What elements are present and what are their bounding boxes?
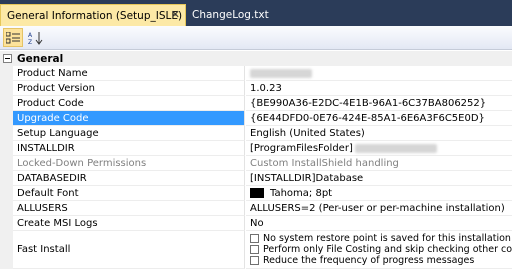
document-tab-strip: General Information (Setup_ISLE) ✕ Chang…	[0, 0, 512, 26]
font-value: Tahoma; 8pt	[270, 187, 333, 199]
property-value[interactable]: ALLUSERS=2 (Per-user or per-machine inst…	[246, 201, 512, 216]
checkbox[interactable]	[250, 234, 259, 243]
property-row-setup-language[interactable]: Setup Language English (United States)	[0, 126, 512, 141]
property-name: Product Version	[13, 81, 245, 96]
property-editor-window: General Information (Setup_ISLE) ✕ Chang…	[0, 0, 512, 279]
property-row-locked-down-permissions[interactable]: Locked-Down Permissions Custom InstallSh…	[0, 156, 512, 171]
property-name: Locked-Down Permissions	[13, 156, 245, 171]
property-value[interactable]: Tahoma; 8pt	[246, 186, 512, 201]
property-value[interactable]: {BE990A36-E2DC-4E1B-96A1-6C37BA806252}	[246, 96, 512, 111]
svg-text:A: A	[28, 32, 33, 39]
property-row-default-font[interactable]: Default Font Tahoma; 8pt	[0, 186, 512, 201]
property-row-product-version[interactable]: Product Version 1.0.23	[0, 81, 512, 96]
property-value[interactable]: No	[246, 216, 512, 231]
font-color-swatch	[250, 188, 264, 198]
fast-install-option-no-restore-point[interactable]: No system restore point is saved for thi…	[250, 233, 511, 244]
property-row-create-msi-logs[interactable]: Create MSI Logs No	[0, 216, 512, 231]
property-name: Default Font	[13, 186, 245, 201]
fast-install-options: No system restore point is saved for thi…	[246, 231, 512, 269]
property-row-product-code[interactable]: Product Code {BE990A36-E2DC-4E1B-96A1-6C…	[0, 96, 512, 111]
property-name: Upgrade Code	[13, 111, 245, 126]
property-toolbar: A Z	[0, 26, 512, 50]
collapse-icon[interactable]	[3, 54, 12, 63]
categorized-icon	[6, 31, 20, 43]
tab-general-information[interactable]: General Information (Setup_ISLE) ✕	[0, 4, 186, 26]
property-row-databasedir[interactable]: DATABASEDIR [INSTALLDIR]Database	[0, 171, 512, 186]
property-value[interactable]: [INSTALLDIR]Database	[246, 171, 512, 186]
svg-text:Z: Z	[28, 39, 32, 45]
property-value[interactable]: [ProgramFilesFolder]	[246, 141, 512, 156]
close-tab-icon[interactable]: ✕	[171, 8, 180, 21]
property-name: ALLUSERS	[13, 201, 245, 216]
redacted-value	[354, 143, 437, 153]
property-name: Fast Install	[13, 231, 245, 269]
property-row-product-name[interactable]: Product Name	[0, 66, 512, 81]
installdir-prefix: [ProgramFilesFolder]	[250, 142, 353, 154]
option-label: Perform only File Costing and skip check…	[263, 244, 512, 255]
tab-changelog[interactable]: ChangeLog.txt	[186, 4, 275, 26]
property-row-allusers[interactable]: ALLUSERS ALLUSERS=2 (Per-user or per-mac…	[0, 201, 512, 216]
option-label: Reduce the frequency of progress message…	[263, 255, 475, 266]
property-value[interactable]: {6E44DFD0-0E76-424E-85A1-6E6A3F6C5E0D}	[246, 111, 512, 126]
checkbox[interactable]	[250, 256, 259, 265]
property-name: Setup Language	[13, 126, 245, 141]
property-row-installdir[interactable]: INSTALLDIR [ProgramFilesFolder]	[0, 141, 512, 156]
property-row-fast-install[interactable]: Fast Install No system restore point is …	[0, 231, 512, 269]
category-general[interactable]: General	[0, 51, 512, 66]
categorized-view-button[interactable]	[3, 28, 23, 47]
tab-label: ChangeLog.txt	[192, 9, 269, 21]
property-name: Product Name	[13, 66, 245, 81]
tab-label: General Information (Setup_ISLE)	[7, 9, 183, 22]
fast-install-option-reduce-progress[interactable]: Reduce the frequency of progress message…	[250, 255, 474, 266]
fast-install-option-file-costing[interactable]: Perform only File Costing and skip check…	[250, 244, 512, 255]
category-label: General	[17, 52, 64, 65]
property-value[interactable]: 1.0.23	[246, 81, 512, 96]
alphabetical-view-button[interactable]: A Z	[26, 28, 46, 47]
property-name: Create MSI Logs	[13, 216, 245, 231]
option-label: No system restore point is saved for thi…	[263, 233, 511, 244]
checkbox[interactable]	[250, 245, 259, 254]
property-value[interactable]: English (United States)	[246, 126, 512, 141]
sort-alphabetical-icon: A Z	[28, 31, 43, 45]
property-name: INSTALLDIR	[13, 141, 245, 156]
property-value[interactable]	[246, 66, 512, 81]
property-name: Product Code	[13, 96, 245, 111]
property-value[interactable]: Custom InstallShield handling	[246, 156, 512, 171]
redacted-value	[250, 68, 312, 78]
property-row-upgrade-code[interactable]: Upgrade Code {6E44DFD0-0E76-424E-85A1-6E…	[0, 111, 512, 126]
property-name: DATABASEDIR	[13, 171, 245, 186]
